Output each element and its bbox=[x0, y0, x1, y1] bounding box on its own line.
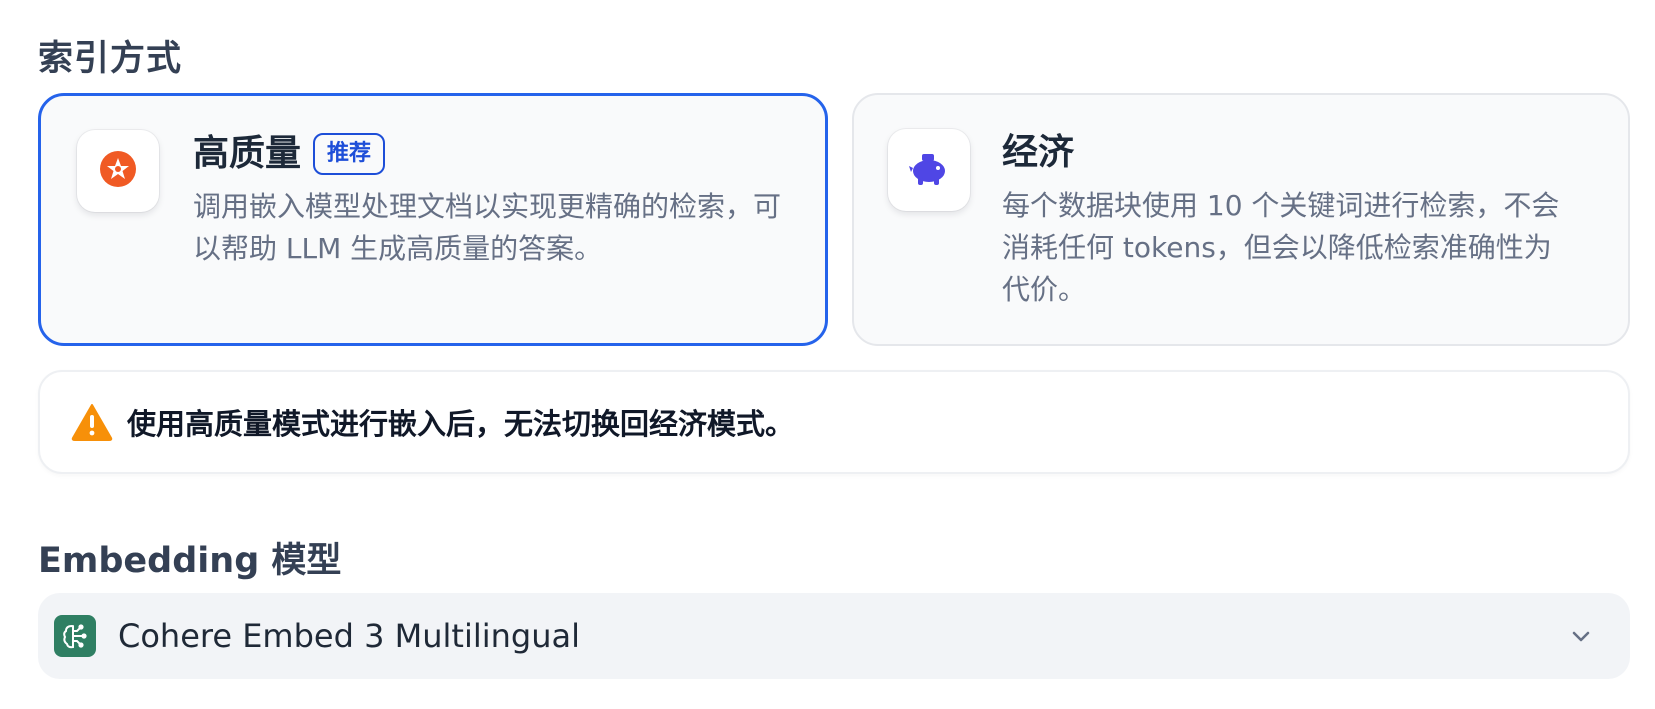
chevron-down-icon[interactable] bbox=[1568, 623, 1594, 649]
high-quality-title-row: 高质量 推荐 bbox=[193, 130, 386, 178]
sparkle-icon bbox=[98, 149, 138, 193]
economy-icon-box bbox=[888, 129, 970, 211]
economy-title: 经济 bbox=[1002, 132, 1075, 173]
warning-banner: 使用高质量模式进行嵌入后，无法切换回经济模式。 bbox=[38, 370, 1630, 474]
high-quality-description: 调用嵌入模型处理文档以实现更精确的检索，可以帮助 LLM 生成高质量的答案。 bbox=[193, 190, 782, 265]
warning-icon bbox=[71, 400, 115, 444]
selected-model-name: Cohere Embed 3 Multilingual bbox=[118, 617, 580, 655]
embedding-model-select[interactable]: Cohere Embed 3 Multilingual bbox=[38, 593, 1630, 679]
index-method-title: 索引方式 bbox=[38, 39, 183, 79]
brain-icon bbox=[54, 615, 96, 657]
economy-title-row: 经济 bbox=[1002, 129, 1074, 177]
economy-description: 每个数据块使用 10 个关键词进行检索，不会消耗任何 tokens，但会以降低检… bbox=[1002, 189, 1560, 306]
piggy-bank-icon bbox=[907, 148, 951, 192]
embedding-model-title: Embedding 模型 bbox=[38, 541, 342, 581]
economy-option[interactable]: 经济 每个数据块使用 10 个关键词进行检索，不会消耗任何 tokens，但会以… bbox=[852, 93, 1630, 346]
high-quality-title: 高质量 bbox=[193, 133, 302, 174]
warning-text: 使用高质量模式进行嵌入后，无法切换回经济模式。 bbox=[127, 407, 795, 441]
recommended-badge: 推荐 bbox=[313, 133, 386, 175]
high-quality-icon-box bbox=[77, 130, 159, 212]
high-quality-option[interactable]: 高质量 推荐 调用嵌入模型处理文档以实现更精确的检索，可以帮助 LLM 生成高质… bbox=[38, 93, 828, 346]
